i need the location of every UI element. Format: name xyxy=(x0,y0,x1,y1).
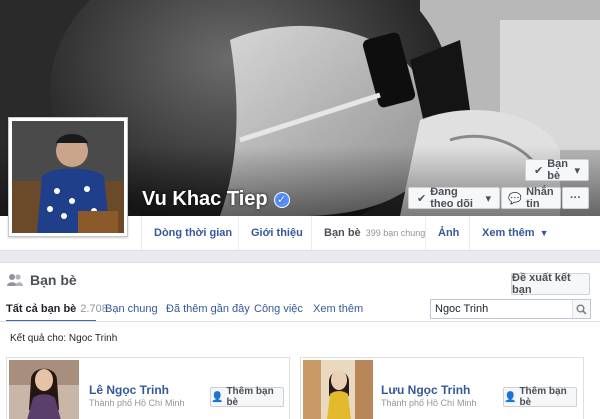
friends-button-label: Bạn bè xyxy=(547,158,568,182)
suggest-friends-button[interactable]: Đề xuất kết bạn xyxy=(511,272,590,296)
check-icon: ✔ xyxy=(417,192,427,205)
profile-name[interactable]: Vu Khac Tiep xyxy=(142,188,268,211)
more-options-icon: ··· xyxy=(570,192,581,204)
friends-panel-title: Bạn bè xyxy=(30,272,77,288)
friends-search-box[interactable] xyxy=(430,299,591,319)
tab-label: Giới thiệu xyxy=(251,227,303,239)
mutual-friends-count: 399 bạn chung xyxy=(365,228,426,238)
add-friend-button[interactable]: 👤 Thêm bạn bè xyxy=(210,386,284,408)
verified-badge-icon: ✓ xyxy=(273,191,290,208)
profile-name-block: Vu Khac Tiep ✓ xyxy=(142,188,290,211)
search-icon[interactable] xyxy=(572,300,590,318)
filter-mutual-friends[interactable]: Bạn chung xyxy=(105,303,158,315)
friend-result-card: Lưu Ngọc Trinh Thành phố Hồ Chí Minh 👤 T… xyxy=(300,357,584,419)
filter-work[interactable]: Công việc xyxy=(254,303,303,315)
friend-name-link[interactable]: Lưu Ngọc Trinh xyxy=(381,383,470,397)
tab-more[interactable]: Xem thêm ▼ xyxy=(469,216,561,250)
dropdown-caret-icon: ▾ xyxy=(485,192,491,205)
friend-count: 2.708 xyxy=(80,303,108,315)
friend-photo[interactable] xyxy=(303,360,373,419)
messenger-icon: 💬 xyxy=(508,192,523,205)
friends-button[interactable]: ✔ Bạn bè ▾ xyxy=(525,158,589,182)
filter-label: Tất cả bạn bè xyxy=(6,303,77,315)
search-results-label: Kết quả cho: Ngoc Trinh xyxy=(10,333,118,344)
tab-photos[interactable]: Ảnh xyxy=(425,216,471,250)
message-button-label: Nhắn tin xyxy=(526,186,554,210)
following-button-label: Đang theo dõi xyxy=(430,186,473,210)
tab-friends[interactable]: Bạn bè 399 bạn chung xyxy=(311,216,437,250)
more-options-button[interactable]: ··· xyxy=(562,187,589,209)
chevron-down-icon: ▼ xyxy=(539,228,549,238)
following-button[interactable]: ✔ Đang theo dõi ▾ xyxy=(408,186,500,210)
friends-search-input[interactable] xyxy=(431,300,571,318)
add-friend-label: Thêm bạn bè xyxy=(226,386,274,408)
friend-result-card: Lê Ngọc Trinh Thành phố Hồ Chí Minh 👤 Th… xyxy=(6,357,290,419)
friends-icon xyxy=(7,274,23,286)
profile-photo xyxy=(12,121,124,233)
filter-all-friends[interactable]: Tất cả bạn bè 2.708 xyxy=(6,303,108,315)
dropdown-caret-icon: ▾ xyxy=(574,164,580,177)
filter-more[interactable]: Xem thêm xyxy=(313,303,363,315)
tab-label: Bạn bè xyxy=(324,227,361,239)
divider xyxy=(0,321,600,322)
friend-location: Thành phố Hồ Chí Minh xyxy=(381,398,477,408)
friend-name-link[interactable]: Lê Ngọc Trinh xyxy=(89,383,169,397)
filter-recently-added[interactable]: Đã thêm gần đây xyxy=(166,303,250,315)
add-friend-icon: 👤 xyxy=(211,391,224,403)
tab-label: Ảnh xyxy=(438,227,460,239)
add-friend-label: Thêm bạn bè xyxy=(519,386,567,408)
friends-panel-header: Bạn bè Đề xuất kết bạn xyxy=(0,263,600,297)
check-icon: ✔ xyxy=(534,164,544,177)
add-friend-icon: 👤 xyxy=(504,391,517,403)
tab-timeline[interactable]: Dòng thời gian xyxy=(141,216,244,250)
add-friend-button[interactable]: 👤 Thêm bạn bè xyxy=(503,386,577,408)
tab-label: Xem thêm xyxy=(482,227,535,239)
tab-label: Dòng thời gian xyxy=(154,227,233,239)
profile-picture[interactable] xyxy=(8,117,128,237)
message-button[interactable]: 💬 Nhắn tin xyxy=(501,186,561,210)
friend-location: Thành phố Hồ Chí Minh xyxy=(89,398,185,408)
tab-about[interactable]: Giới thiệu xyxy=(238,216,315,250)
friend-photo[interactable] xyxy=(9,360,79,419)
